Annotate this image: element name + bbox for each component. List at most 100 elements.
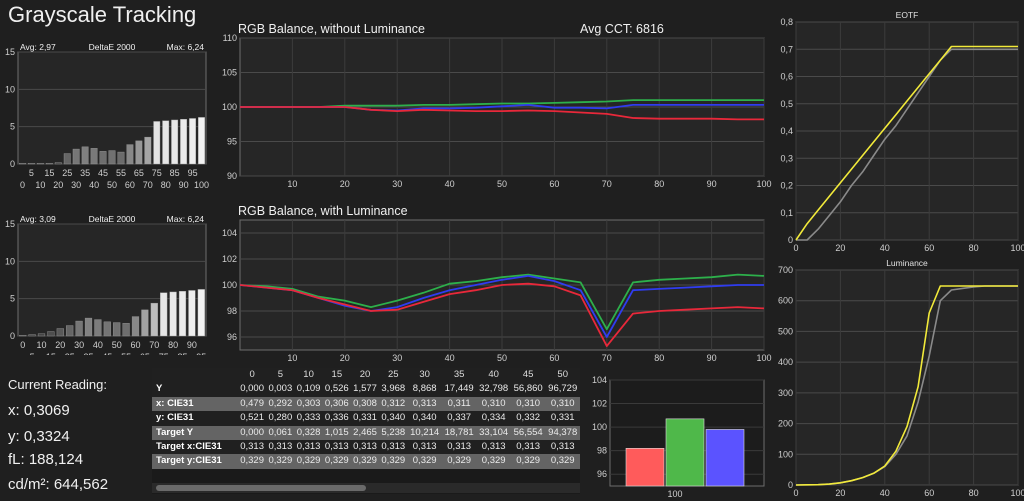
table-cell: 0,313 [240,441,264,453]
y-tick-label: 96 [597,469,607,479]
plot-area [795,269,1019,486]
rgb-bar-blue [705,429,745,487]
table-cell: 0,109 [296,383,321,395]
table-column-header: 50 [557,369,568,380]
reading-x: x: 0,3069 [8,402,70,419]
table-cell: 10,214 [410,426,440,438]
table-scrollbar[interactable] [152,483,580,493]
y-tick-label: 100 [592,422,607,432]
y-tick-label: 100 [222,280,237,290]
delta-e-bar [103,321,111,337]
x-tick-label: 5 [29,168,34,178]
table-column-header: 25 [388,369,399,380]
table-corner [152,368,238,382]
delta-e-bar [90,148,98,165]
y-tick-label: 0,6 [780,72,793,82]
x-tick-label: 20 [340,179,350,189]
delta-e-bar [47,331,55,337]
delta-e-bar [117,151,125,165]
table-cell: 0,479 [240,397,264,409]
y-tick-label: 500 [778,326,793,336]
delta-e-bar [81,146,89,165]
x-tick-label: 0 [20,340,25,350]
y-tick-label: 400 [778,357,793,367]
x-tick-label: 20 [340,353,350,363]
delta-e-bar [180,118,188,165]
x-tick-label: 20 [835,243,845,253]
x-tick-label: 100 [1010,243,1024,253]
delta-e-bar [45,163,53,165]
table-column-header: 35 [453,369,465,380]
table-cell: 0,328 [296,426,321,438]
y-tick-label: 0,2 [780,181,793,191]
delta-e-bar [189,118,196,165]
table-cell: 1,015 [324,426,349,438]
table-cell: 0,313 [381,441,406,453]
table-cell: 0,329 [516,455,541,467]
x-tick-label: 90 [707,179,717,189]
x-tick-label: 60 [549,179,559,189]
x-tick-label: 80 [161,180,171,190]
x-tick-label: 70 [602,179,612,189]
x-tick-label: 25 [62,168,72,178]
max-label: Max: 6,24 [167,42,205,52]
y-tick-label: 98 [597,446,607,456]
y-tick-label: 0,8 [780,17,793,27]
y-tick-label: 10 [5,256,15,266]
table-column-header: 10 [303,369,314,380]
x-tick-label: 0 [793,488,798,498]
table-cell: 0,313 [324,441,349,453]
x-tick-label: 10 [287,353,297,363]
y-tick-label: 0,5 [780,99,793,109]
delta-e-bar [162,120,170,165]
delta-e-bar [54,162,62,165]
y-tick-label: 100 [222,102,237,112]
delta-e-bar [153,121,161,165]
x-tick-label: 60 [549,353,559,363]
x-tick-label: 0 [20,180,25,190]
delta-e-bar [19,335,27,337]
delta-e-bar [113,322,121,337]
y-tick-label: 104 [592,375,607,385]
x-tick-label: 20 [53,180,63,190]
y-tick-label: 15 [5,219,15,229]
delta-e-bar [28,334,36,337]
y-tick-label: 10 [5,84,15,94]
table-cell: 0,000 [240,383,264,395]
table-column-header: 5 [277,369,283,380]
x-tick-label: 30 [74,340,84,350]
y-tick-label: 0 [10,159,15,169]
table-cell: 0,311 [447,397,471,409]
delta-e-bar [94,319,102,337]
x-tick-label: 40 [89,180,99,190]
x-tick-label: 85 [177,352,187,355]
x-tick-label: 80 [969,243,979,253]
table-cell: 0,313 [296,441,321,453]
table-row: Target x:CIE31 0,313 0,313 0,313 0,313 0,313 0… [152,440,580,455]
x-tick-label: 70 [149,340,159,350]
delta-e-bar [126,144,134,165]
table-cell: 0,313 [268,441,293,453]
x-tick-label: 40 [445,179,455,189]
table-cell: 0,313 [481,441,506,453]
x-tick-label: 100 [667,489,682,499]
x-tick-label: 5 [30,352,35,355]
y-tick-label: 0,1 [780,208,793,218]
eotf-chart: 0 0,1 0,2 0,3 0,4 0,5 0,6 0,7 0,8 0 20 40 60 80 100 EOT… [780,10,1024,253]
table-column-header: 40 [488,369,499,380]
x-tick-label: 100 [194,180,209,190]
x-tick-label: 60 [125,180,135,190]
x-tick-label: 35 [80,168,90,178]
table-row: Target Y 0,000 0,061 0,328 1,015 2,465 5,238 10… [152,425,580,441]
table-cell: 1,577 [353,383,377,395]
delta-e-bar [36,163,44,165]
table-cell: 0,310 [481,397,506,409]
table-cell: 0,329 [268,455,293,467]
x-tick-label: 10 [35,180,45,190]
delta-e-bar [160,292,168,337]
x-tick-label: 40 [93,340,103,350]
x-tick-label: 40 [880,488,890,498]
chart-title: Luminance [886,258,928,268]
table-scrollbar-thumb[interactable] [156,485,366,491]
table-cell: 0,334 [481,412,506,424]
